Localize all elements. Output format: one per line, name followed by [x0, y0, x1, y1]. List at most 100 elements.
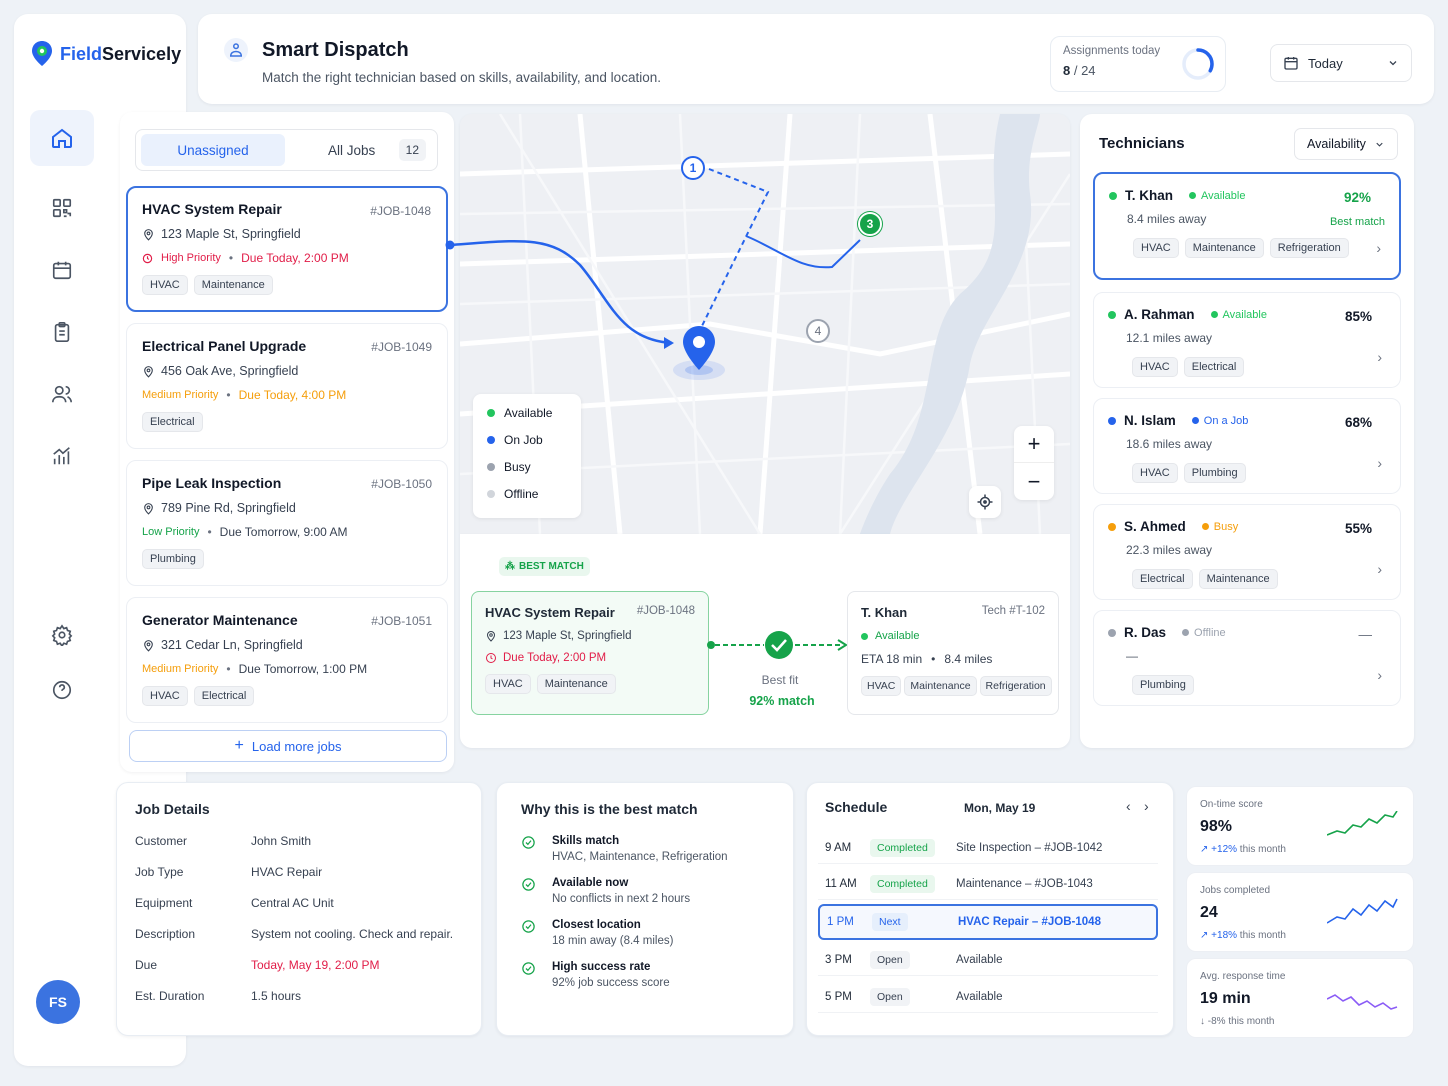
- schedule-time: 1 PM: [827, 916, 854, 928]
- nav-calendar[interactable]: [30, 242, 94, 298]
- kpi-card: Jobs completed 24 ↗ +18% this month: [1186, 872, 1414, 952]
- match-job-card[interactable]: HVAC System Repair #JOB-1048 123 Maple S…: [471, 591, 709, 715]
- schedule-text: Maintenance – #JOB-1043: [956, 877, 1093, 890]
- reason-item: Closest location 18 min away (8.4 miles): [521, 919, 769, 947]
- technician-match-pct: —: [1358, 627, 1373, 642]
- tag: Maintenance: [904, 676, 977, 696]
- zoom-controls: + −: [1014, 426, 1054, 500]
- kpi-change: -8%: [1207, 1016, 1226, 1027]
- status-dot: [1201, 523, 1209, 530]
- technician-distance: —: [1126, 649, 1138, 663]
- legend-label: On Job: [504, 433, 543, 447]
- technician-name: T. Khan: [1125, 188, 1174, 203]
- technician-card[interactable]: S. Ahmed Busy 55% 22.3 miles away Electr…: [1093, 504, 1401, 600]
- technician-match-pct: 92%: [1343, 190, 1371, 205]
- schedule-prev-button[interactable]: ‹: [1126, 798, 1131, 814]
- job-card[interactable]: Electrical Panel Upgrade #JOB-1049 456 O…: [126, 323, 448, 449]
- technician-card[interactable]: T. Khan Available 92% Best match 8.4 mil…: [1093, 172, 1401, 280]
- chevron-right-icon: ›: [1377, 349, 1382, 365]
- job-address: 789 Pine Rd, Springfield: [161, 501, 296, 515]
- chart-icon: [51, 445, 73, 467]
- job-address: 321 Cedar Ln, Springfield: [161, 638, 303, 652]
- technician-status: Offline: [1194, 626, 1226, 639]
- match-connector: [707, 631, 848, 659]
- nav-settings[interactable]: [30, 607, 94, 663]
- legend-dot: [487, 490, 495, 498]
- assignments-today-card: Assignments today 8 / 24: [1050, 36, 1226, 92]
- job-location-pin[interactable]: [666, 324, 732, 389]
- map-marker-4[interactable]: 4: [806, 319, 830, 343]
- legend-label: Busy: [504, 460, 531, 474]
- check-circle-icon: [521, 877, 536, 905]
- nav-dashboard[interactable]: [30, 180, 94, 236]
- zoom-out-button[interactable]: −: [1014, 463, 1054, 500]
- kpi-change-suffix: this month: [1237, 930, 1286, 941]
- job-due: Due Tomorrow, 1:00 PM: [238, 662, 368, 676]
- tag: HVAC: [142, 686, 188, 706]
- match-tech-card[interactable]: T. Khan Tech #T-102 Available ETA 18 min…: [847, 591, 1059, 715]
- status-dot: [1189, 192, 1197, 199]
- tab-all-jobs-label: All Jobs: [328, 142, 376, 158]
- job-card[interactable]: Pipe Leak Inspection #JOB-1050 789 Pine …: [126, 460, 448, 586]
- job-card[interactable]: HVAC System Repair #JOB-1048 123 Maple S…: [126, 186, 448, 312]
- map-marker-3[interactable]: 3: [858, 212, 882, 236]
- sparkle-icon: ⁂: [505, 561, 515, 572]
- technician-card[interactable]: N. Islam On a Job 68% 18.6 miles away HV…: [1093, 398, 1401, 494]
- detail-value: John Smith: [251, 834, 312, 848]
- kpi-sparkline: [1327, 811, 1398, 836]
- tab-all-jobs-count: 12: [398, 139, 426, 161]
- map-marker-1[interactable]: 1: [681, 156, 705, 180]
- job-card[interactable]: Generator Maintenance #JOB-1051 321 Ceda…: [126, 597, 448, 723]
- schedule-row[interactable]: 9 AM Completed Site Inspection – #JOB-10…: [818, 832, 1158, 864]
- tab-all-jobs[interactable]: All Jobs 12: [292, 134, 432, 166]
- schedule-row[interactable]: 5 PM Open Available: [818, 981, 1158, 1013]
- date-select[interactable]: Today: [1270, 44, 1412, 82]
- schedule-text: Available: [956, 953, 1003, 966]
- legend-dot: [487, 463, 495, 471]
- match-job-addr: 123 Maple St, Springfield: [503, 630, 632, 642]
- tag: HVAC: [485, 674, 531, 694]
- schedule-time: 11 AM: [825, 877, 857, 890]
- tab-unassigned[interactable]: Unassigned: [141, 134, 285, 166]
- schedule-title: Schedule: [825, 799, 888, 815]
- brand-logo[interactable]: FieldServicely: [30, 40, 181, 68]
- technicians-title: Technicians: [1099, 135, 1185, 152]
- avatar[interactable]: FS: [36, 980, 80, 1024]
- chevron-right-icon: ›: [1377, 455, 1382, 471]
- nav-technicians[interactable]: [30, 366, 94, 422]
- zoom-in-button[interactable]: +: [1014, 426, 1054, 463]
- nav-reports[interactable]: [30, 428, 94, 484]
- detail-row: Due Today, May 19, 2:00 PM: [135, 958, 463, 972]
- job-id: #JOB-1050: [371, 477, 432, 491]
- schedule-row[interactable]: 1 PM Next HVAC Repair – #JOB-1048: [818, 904, 1158, 940]
- best-fit-value: 92% match: [749, 694, 815, 708]
- marker-4-label: 4: [814, 324, 822, 338]
- technician-card[interactable]: R. Das Offline — — Plumbing ›: [1093, 610, 1401, 706]
- detail-value: HVAC Repair: [251, 865, 323, 879]
- nav-help[interactable]: [30, 662, 94, 718]
- detail-key: Est. Duration: [135, 989, 205, 1003]
- load-more-jobs-button[interactable]: + Load more jobs: [129, 730, 447, 762]
- schedule-row[interactable]: 11 AM Completed Maintenance – #JOB-1043: [818, 868, 1158, 900]
- nav-home[interactable]: [30, 110, 94, 166]
- plus-icon: +: [234, 737, 244, 754]
- tag: Maintenance: [193, 275, 273, 295]
- detail-value: Today, May 19, 2:00 PM: [251, 958, 380, 972]
- availability-filter[interactable]: Availability: [1294, 128, 1398, 160]
- schedule-next-button[interactable]: ›: [1144, 798, 1149, 814]
- technician-distance: 12.1 miles away: [1126, 331, 1213, 345]
- location-icon: [142, 502, 155, 515]
- location-icon: [142, 365, 155, 378]
- locate-button[interactable]: [969, 486, 1001, 518]
- schedule-row[interactable]: 3 PM Open Available: [818, 944, 1158, 976]
- technician-card[interactable]: A. Rahman Available 85% 12.1 miles away …: [1093, 292, 1401, 388]
- status-dot: [1108, 416, 1116, 425]
- nav-jobs[interactable]: [30, 304, 94, 360]
- zoom-in-label: +: [1027, 431, 1041, 456]
- technician-match-pct: 55%: [1344, 521, 1372, 536]
- tag: Refrigeration: [979, 676, 1052, 696]
- legend-dot: [487, 409, 495, 417]
- location-icon: [142, 639, 155, 652]
- map-legend: Available On Job Busy Offline: [473, 394, 581, 518]
- job-id: #JOB-1051: [371, 614, 432, 628]
